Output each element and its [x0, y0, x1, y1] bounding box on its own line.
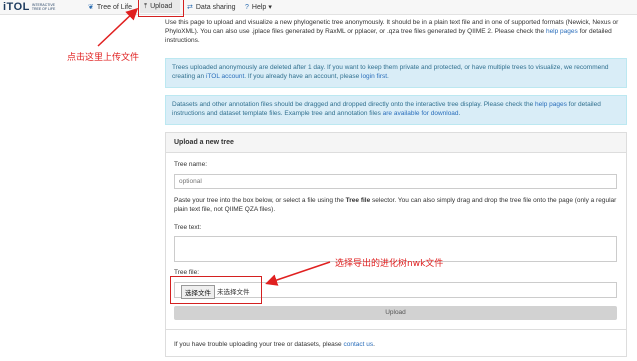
annotation-arrows — [97, 7, 331, 286]
upload-arrow — [97, 7, 139, 47]
file-arrow — [265, 261, 331, 286]
